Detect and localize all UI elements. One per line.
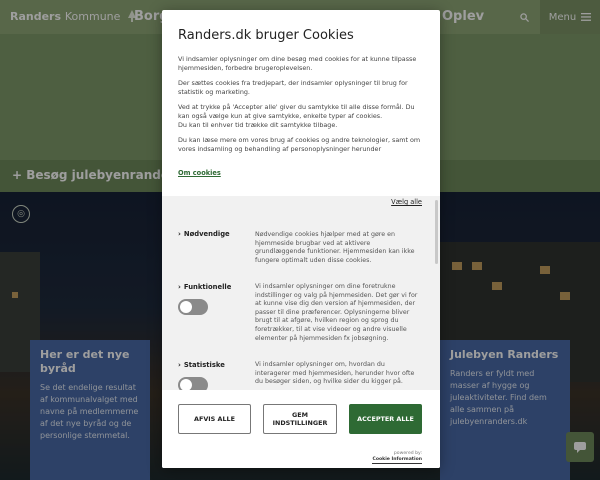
chevron-right-icon: ›	[178, 283, 181, 291]
chevron-right-icon: ›	[178, 361, 181, 369]
intro-paragraph: Du kan læse mere om vores brug af cookie…	[178, 136, 421, 153]
category-toggle-necessary[interactable]: › Nødvendige	[178, 230, 230, 238]
save-settings-button[interactable]: GEM INDSTILLINGER	[263, 404, 337, 434]
choose-all-link[interactable]: Vælg alle	[391, 198, 422, 206]
category-toggle-statistics[interactable]: › Statistiske	[178, 361, 225, 369]
dialog-title: Randers.dk bruger Cookies	[178, 28, 354, 43]
scrollbar[interactable]	[435, 200, 438, 264]
category-name: Nødvendige	[183, 230, 230, 238]
cookie-settings: Vælg alle › Nødvendige Nødvendige cookies…	[162, 196, 440, 390]
category-name: Statistiske	[183, 361, 225, 369]
intro-paragraph: Du kan til enhver tid trække dit samtykk…	[178, 121, 338, 129]
statistics-switch[interactable]	[178, 377, 208, 390]
cookie-intro: Randers.dk bruger Cookies Vi indsamler o…	[162, 10, 440, 196]
functional-switch[interactable]	[178, 299, 208, 315]
switch-knob	[180, 379, 192, 390]
reject-all-button[interactable]: AFVIS ALLE	[178, 404, 251, 434]
about-cookies-link[interactable]: Om cookies	[178, 169, 221, 177]
chevron-right-icon: ›	[178, 230, 181, 238]
category-description: Nødvendige cookies hjælper med at gøre e…	[255, 231, 415, 264]
accept-all-button[interactable]: ACCEPTER ALLE	[349, 404, 422, 434]
button-label: INDSTILLINGER	[272, 419, 328, 427]
cookie-dialog: Randers.dk bruger Cookies Vi indsamler o…	[162, 10, 440, 468]
cookie-actions: AFVIS ALLE GEM INDSTILLINGER ACCEPTER AL…	[162, 390, 440, 468]
intro-paragraph: Der sættes cookies fra tredjepart, der i…	[178, 79, 408, 96]
intro-paragraph: Ved at trykke på 'Accepter alle' giver d…	[178, 103, 415, 120]
category-toggle-functional[interactable]: › Funktionelle	[178, 283, 231, 291]
intro-paragraph: Vi indsamler oplysninger om dine besøg m…	[178, 55, 417, 72]
powered-by: powered by: Cookie Information	[372, 451, 422, 464]
cookie-information-logo[interactable]: Cookie Information	[372, 457, 422, 464]
switch-knob	[180, 301, 192, 313]
button-label: GEM	[292, 411, 308, 419]
category-description: Vi indsamler oplysninger om dine foretru…	[255, 283, 418, 342]
category-description: Vi indsamler oplysninger om, hvordan du …	[255, 361, 415, 386]
category-name: Funktionelle	[183, 283, 232, 291]
